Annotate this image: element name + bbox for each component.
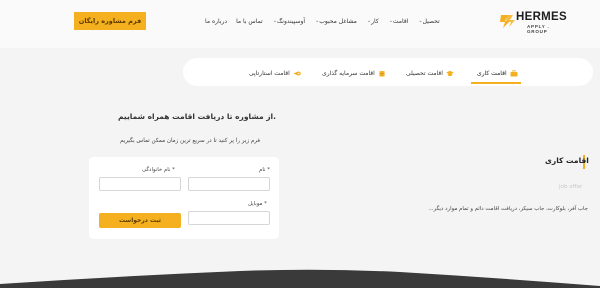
nav-item-label: درباره ما — [205, 17, 228, 25]
nav-item-label: آوسپیندونگ — [276, 17, 306, 25]
site-header: فرم مشاوره رایگان تحصیل ⌄ اقامت ⌄ کار ⌄ … — [0, 0, 600, 48]
nav-item-residence[interactable]: اقامت ⌄ — [388, 18, 409, 25]
tab-investment-residence[interactable]: اقامت سرمایه گذاری — [322, 66, 386, 80]
tab-study-residence[interactable]: اقامت تحصیلی — [406, 66, 454, 80]
mobile-field[interactable] — [188, 211, 270, 225]
submit-request-button[interactable]: ثبت درخواست — [99, 213, 181, 228]
nav-item-label: تحصیل — [422, 17, 440, 25]
mobile-label: موبایل * — [248, 201, 267, 207]
nav-item-contact[interactable]: تماس با ما — [236, 18, 263, 25]
nav-item-work[interactable]: کار ⌄ — [366, 18, 379, 25]
bottom-wave-divider — [0, 269, 600, 288]
side-label: job offer — [559, 184, 583, 190]
side-title: اقامت کاری — [545, 156, 589, 165]
tab-label: اقامت کاری — [477, 69, 507, 77]
side-description: جاب آفر، بلوکارت، جاب سیکر، دریافت اقامت… — [428, 206, 588, 212]
nav-item-label: اقامت — [392, 17, 409, 25]
nav-item-label: مشاغل محبوب — [319, 17, 357, 25]
nav-item-about[interactable]: درباره ما — [205, 18, 227, 25]
last-name-label: نام خانوادگی * — [142, 167, 175, 173]
section-heading: از مشاوره تا دریافت اقامت همراه شماییم. — [118, 112, 276, 121]
nav-item-label: تماس با ما — [236, 17, 263, 25]
rocket-icon — [293, 71, 301, 75]
logo-mark-icon — [500, 15, 515, 28]
tab-label: اقامت استارتاپی — [249, 69, 290, 77]
tab-startup-residence[interactable]: اقامت استارتاپی — [249, 66, 301, 80]
coins-icon — [378, 70, 385, 77]
logo-name: HERMES — [516, 11, 568, 23]
residence-tabs: اقامت کاری اقامت تحصیلی اقامت سرمایه گذا… — [183, 58, 593, 86]
nav-item-ausbildung[interactable]: آوسپیندونگ ⌄ — [272, 18, 305, 25]
logo-subtitle: APPLY . GROUP — [527, 24, 550, 34]
graduation-cap-icon — [446, 70, 454, 76]
nav-item-label: کار — [371, 17, 379, 25]
first-name-label: نام * — [259, 167, 270, 173]
main-nav: تحصیل ⌄ اقامت ⌄ کار ⌄ مشاغل محبوب ⌄ آوسپ… — [196, 16, 440, 26]
last-name-field[interactable] — [99, 177, 181, 191]
tab-label: اقامت سرمایه گذاری — [322, 69, 375, 77]
nav-item-popular-jobs[interactable]: مشاغل محبوب ⌄ — [314, 18, 357, 25]
active-tab-indicator — [471, 82, 521, 84]
section-subheading: فرم زیر را پر کنید تا در سریع ترین زمان … — [119, 138, 261, 144]
tab-label: اقامت تحصیلی — [406, 69, 443, 77]
nav-item-study[interactable]: تحصیل ⌄ — [417, 18, 439, 25]
briefcase-icon — [510, 69, 518, 76]
hermes-logo[interactable]: HERMES APPLY . GROUP — [499, 11, 569, 34]
tab-work-residence[interactable]: اقامت کاری — [477, 66, 518, 80]
first-name-field[interactable] — [188, 177, 270, 191]
free-consultation-button[interactable]: فرم مشاوره رایگان — [74, 12, 146, 30]
